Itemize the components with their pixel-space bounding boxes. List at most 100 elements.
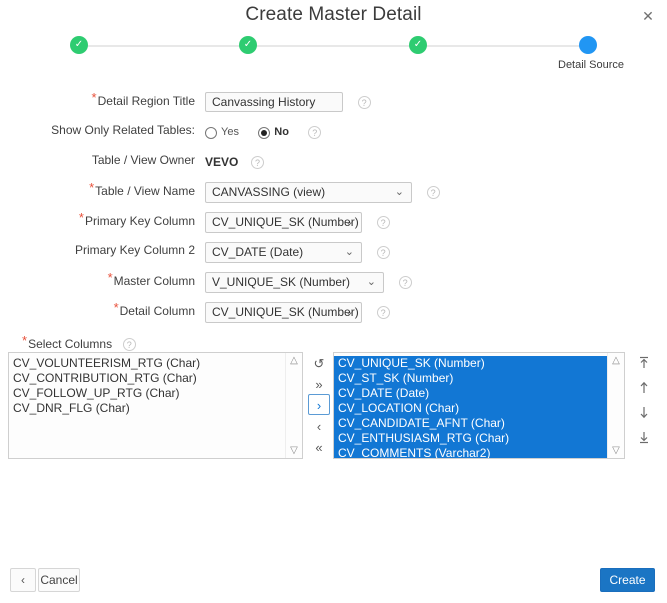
table-view-owner-label: Table / View Owner: [91, 153, 195, 167]
wizard-step-4[interactable]: Detail Source: [558, 36, 625, 71]
primary-key-column-2-label: Primary Key Column 2: [74, 243, 195, 257]
select-columns-label: *Select Columns ?: [22, 333, 136, 352]
wizard-step-2[interactable]: ✓: [218, 36, 278, 59]
move-right-button[interactable]: ›: [308, 394, 330, 415]
detail-region-title-label: *Detail Region Title: [91, 90, 195, 108]
required-marker: *: [89, 180, 95, 195]
table-view-name-label: *Table / View Name: [89, 180, 195, 198]
help-icon[interactable]: ?: [122, 338, 136, 352]
field-primary-key-column: *Primary Key Column CV_UNIQUE_SK (Number…: [0, 208, 667, 238]
help-icon[interactable]: ?: [398, 276, 412, 289]
move-left-button[interactable]: ‹: [308, 415, 330, 436]
move-down-button[interactable]: [634, 406, 654, 427]
chevron-down-icon[interactable]: ▽: [286, 445, 302, 456]
chevron-up-icon[interactable]: △: [608, 355, 624, 366]
required-marker: *: [113, 300, 119, 315]
chevron-down-icon: ⌄: [344, 216, 354, 228]
check-icon: ✓: [409, 36, 427, 54]
move-to-top-button[interactable]: [634, 356, 654, 377]
detail-column-label: *Detail Column: [113, 300, 195, 318]
field-table-view-name: *Table / View Name CANVASSING (view) ⌄ ?: [0, 178, 667, 208]
shuttle-order-buttons: [634, 352, 654, 452]
help-icon[interactable]: ?: [376, 216, 390, 229]
help-icon[interactable]: ?: [376, 306, 390, 319]
chevron-down-icon: ⌄: [344, 306, 354, 318]
check-icon: ✓: [70, 36, 88, 54]
primary-key-column-2-select[interactable]: CV_DATE (Date) ⌄: [205, 242, 362, 263]
master-column-label: *Master Column: [107, 270, 195, 288]
arrow-up-icon: [640, 381, 648, 393]
master-column-select[interactable]: V_UNIQUE_SK (Number) ⌄: [205, 272, 384, 293]
chevron-down-icon: ⌄: [394, 186, 404, 198]
selected-columns-scrollbar[interactable]: △ ▽: [607, 353, 624, 458]
move-to-bottom-button[interactable]: [634, 431, 654, 452]
radio-yes-label[interactable]: Yes: [221, 126, 239, 138]
move-to-bottom-icon: [640, 432, 648, 444]
show-only-related-tables-label: Show Only Related Tables:: [51, 123, 195, 137]
field-show-only-related-tables: Show Only Related Tables: Yes No ?: [0, 118, 667, 148]
list-item[interactable]: CV_FOLLOW_UP_RTG (Char): [9, 386, 286, 401]
chevron-up-icon[interactable]: △: [286, 355, 302, 366]
help-icon[interactable]: ?: [251, 156, 265, 169]
reset-button[interactable]: ↺: [308, 352, 330, 373]
help-icon[interactable]: ?: [376, 246, 390, 259]
required-marker: *: [91, 90, 97, 105]
chevron-down-icon[interactable]: ▽: [608, 445, 624, 456]
field-detail-region-title: *Detail Region Title ?: [0, 88, 667, 118]
list-item[interactable]: CV_DNR_FLG (Char): [9, 401, 286, 416]
create-button[interactable]: Create: [600, 568, 655, 592]
detail-column-value: CV_UNIQUE_SK (Number): [212, 305, 359, 319]
radio-no-label[interactable]: No: [274, 126, 289, 138]
table-view-name-value: CANVASSING (view): [212, 185, 326, 199]
field-detail-column: *Detail Column CV_UNIQUE_SK (Number) ⌄ ?: [0, 298, 667, 328]
field-primary-key-column-2: Primary Key Column 2 CV_DATE (Date) ⌄ ?: [0, 238, 667, 268]
detail-column-select[interactable]: CV_UNIQUE_SK (Number) ⌄: [205, 302, 362, 323]
field-master-column: *Master Column V_UNIQUE_SK (Number) ⌄ ?: [0, 268, 667, 298]
field-table-view-owner: Table / View Owner VEVO ?: [0, 148, 667, 178]
available-columns-items: CV_VOLUNTEERISM_RTG (Char) CV_CONTRIBUTI…: [9, 356, 286, 458]
available-columns-scrollbar[interactable]: △ ▽: [285, 353, 302, 458]
wizard-step-3[interactable]: ✓: [388, 36, 448, 59]
back-button[interactable]: ‹: [10, 568, 36, 592]
required-marker: *: [78, 210, 84, 225]
dot-icon: [579, 36, 597, 54]
list-item[interactable]: CV_ENTHUSIASM_RTG (Char): [334, 431, 608, 446]
wizard-step-1[interactable]: ✓: [49, 36, 109, 59]
radio-no[interactable]: [258, 126, 271, 139]
close-icon[interactable]: ✕: [639, 7, 657, 25]
radio-yes[interactable]: [205, 126, 217, 139]
wizard-step-4-label: Detail Source: [558, 59, 625, 71]
list-item[interactable]: CV_DATE (Date): [334, 386, 608, 401]
cancel-button[interactable]: Cancel: [38, 568, 80, 592]
shuttle-transfer-buttons: ↺ » › ‹ «: [308, 352, 330, 457]
help-icon[interactable]: ?: [308, 126, 322, 140]
list-item[interactable]: CV_CONTRIBUTION_RTG (Char): [9, 371, 286, 386]
detail-source-form: *Detail Region Title ? Show Only Related…: [0, 88, 667, 328]
chevron-down-icon: ⌄: [366, 276, 376, 288]
list-item[interactable]: CV_VOLUNTEERISM_RTG (Char): [9, 356, 286, 371]
help-icon[interactable]: ?: [357, 96, 371, 110]
list-item[interactable]: CV_LOCATION (Char): [334, 401, 608, 416]
list-item[interactable]: CV_UNIQUE_SK (Number): [334, 356, 608, 371]
table-view-owner-value: VEVO: [205, 155, 239, 169]
list-item[interactable]: CV_ST_SK (Number): [334, 371, 608, 386]
page-title: Create Master Detail: [245, 4, 422, 25]
chevron-down-icon: ⌄: [344, 246, 354, 258]
move-up-button[interactable]: [634, 381, 654, 402]
check-icon: ✓: [239, 36, 257, 54]
list-item[interactable]: CV_CANDIDATE_AFNT (Char): [334, 416, 608, 431]
required-marker: *: [22, 333, 28, 348]
primary-key-column-label: *Primary Key Column: [78, 210, 195, 228]
selected-columns-listbox[interactable]: CV_UNIQUE_SK (Number) CV_ST_SK (Number) …: [333, 352, 625, 459]
master-column-value: V_UNIQUE_SK (Number): [212, 275, 351, 289]
detail-region-title-input[interactable]: [205, 92, 343, 112]
primary-key-column-select[interactable]: CV_UNIQUE_SK (Number) ⌄: [205, 212, 362, 233]
help-icon[interactable]: ?: [426, 186, 440, 199]
move-all-right-button[interactable]: »: [308, 373, 330, 394]
table-view-name-select[interactable]: CANVASSING (view) ⌄: [205, 182, 412, 203]
move-all-left-button[interactable]: «: [308, 436, 330, 457]
arrow-down-icon: [640, 407, 648, 419]
required-marker: *: [107, 270, 113, 285]
list-item[interactable]: CV_COMMENTS (Varchar2): [334, 446, 608, 458]
available-columns-listbox[interactable]: CV_VOLUNTEERISM_RTG (Char) CV_CONTRIBUTI…: [8, 352, 303, 459]
